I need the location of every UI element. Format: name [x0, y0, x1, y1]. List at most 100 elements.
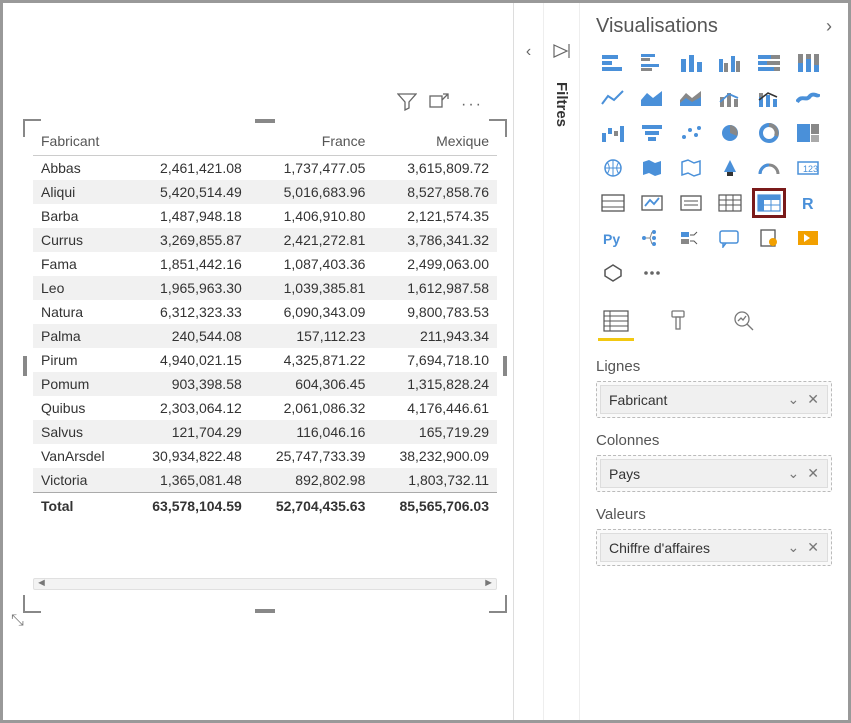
col-header[interactable]: Mexique — [373, 127, 497, 156]
values-well[interactable]: Chiffre d'affaires ⌄ ✕ — [596, 529, 832, 566]
resize-handle[interactable] — [23, 595, 41, 613]
line-icon[interactable] — [596, 83, 630, 113]
resize-handle[interactable] — [255, 119, 275, 123]
filled-map-icon[interactable] — [635, 153, 669, 183]
decomposition-icon[interactable] — [635, 223, 669, 253]
table-row[interactable]: Natura6,312,323.336,090,343.099,800,783.… — [33, 300, 497, 324]
matrix-table[interactable]: Fabricant France Mexique Abbas2,461,421.… — [33, 127, 497, 518]
field-chip-label: Chiffre d'affaires — [609, 540, 788, 556]
resize-diagonal-icon[interactable]: ⤡ — [11, 612, 24, 630]
donut-icon[interactable] — [752, 118, 786, 148]
report-canvas[interactable]: ··· Fabricant France Mexique — [3, 3, 513, 720]
total-cell: 85,565,706.03 — [373, 493, 497, 519]
chevron-right-icon[interactable]: › — [826, 16, 832, 37]
table-row[interactable]: Leo1,965,963.301,039,385.811,612,987.58 — [33, 276, 497, 300]
format-tab[interactable] — [660, 304, 700, 338]
key-influencers-icon[interactable] — [674, 223, 708, 253]
row-label: Currus — [33, 228, 126, 252]
table-row[interactable]: Quibus2,303,064.122,061,086.324,176,446.… — [33, 396, 497, 420]
table-row[interactable]: Victoria1,365,081.48892,802.981,803,732.… — [33, 468, 497, 493]
gauge-icon[interactable] — [752, 153, 786, 183]
analytics-tab[interactable] — [724, 304, 764, 338]
card-icon[interactable]: 123 — [791, 153, 825, 183]
pie-icon[interactable] — [713, 118, 747, 148]
chevron-left-icon[interactable]: ‹ — [526, 43, 531, 61]
funnel-icon[interactable] — [635, 118, 669, 148]
col-header[interactable]: France — [250, 127, 374, 156]
field-chip[interactable]: Pays ⌄ ✕ — [600, 459, 828, 488]
table-row[interactable]: Pirum4,940,021.154,325,871.227,694,718.1… — [33, 348, 497, 372]
stacked-column-icon[interactable] — [674, 48, 708, 78]
filters-pane[interactable]: Filtres — [544, 3, 580, 720]
table-icon[interactable] — [713, 188, 747, 218]
area-icon[interactable] — [635, 83, 669, 113]
table-row[interactable]: Salvus121,704.29116,046.16165,719.29 — [33, 420, 497, 444]
clustered-column-icon[interactable] — [713, 48, 747, 78]
chevron-down-icon[interactable]: ⌄ — [788, 465, 800, 482]
stacked-bar-icon[interactable] — [596, 48, 630, 78]
slicer-icon[interactable] — [674, 188, 708, 218]
data-cell: 3,269,855.87 — [126, 228, 250, 252]
stacked-area-icon[interactable] — [674, 83, 708, 113]
resize-handle[interactable] — [489, 595, 507, 613]
data-cell: 25,747,733.39 — [250, 444, 374, 468]
field-chip[interactable]: Chiffre d'affaires ⌄ ✕ — [600, 533, 828, 562]
row-header[interactable]: Fabricant — [33, 127, 126, 156]
stacked-column-100-icon[interactable] — [791, 48, 825, 78]
resize-handle[interactable] — [23, 356, 27, 376]
chevron-down-icon[interactable]: ⌄ — [788, 539, 800, 556]
columns-well[interactable]: Pays ⌄ ✕ — [596, 455, 832, 492]
resize-handle[interactable] — [489, 119, 507, 137]
shape-map-icon[interactable] — [674, 153, 708, 183]
data-cell: 1,803,732.11 — [373, 468, 497, 493]
azure-map-icon[interactable] — [713, 153, 747, 183]
table-row[interactable]: VanArsdel30,934,822.4825,747,733.3938,23… — [33, 444, 497, 468]
rows-well[interactable]: Fabricant ⌄ ✕ — [596, 381, 832, 418]
resize-handle[interactable] — [255, 609, 275, 613]
more-options-icon[interactable]: ··· — [461, 96, 483, 114]
python-visual-icon[interactable]: Py — [596, 223, 630, 253]
fields-tab[interactable] — [596, 304, 636, 338]
more-icon[interactable] — [635, 258, 669, 288]
map-icon[interactable] — [596, 153, 630, 183]
resize-handle[interactable] — [503, 356, 507, 376]
table-row[interactable]: Aliqui5,420,514.495,016,683.968,527,858.… — [33, 180, 497, 204]
data-cell: 8,527,858.76 — [373, 180, 497, 204]
table-row[interactable]: Currus3,269,855.872,421,272.813,786,341.… — [33, 228, 497, 252]
svg-text:R: R — [802, 196, 814, 213]
power-automate-icon[interactable] — [791, 223, 825, 253]
table-row[interactable]: Palma240,544.08157,112.23211,943.34 — [33, 324, 497, 348]
clustered-bar-icon[interactable] — [635, 48, 669, 78]
focus-mode-icon[interactable] — [429, 93, 449, 116]
table-row[interactable]: Pomum903,398.58604,306.451,315,828.24 — [33, 372, 497, 396]
store-icon[interactable] — [596, 258, 630, 288]
line-column-stacked-icon[interactable] — [752, 83, 786, 113]
filter-icon[interactable] — [397, 93, 417, 116]
data-cell: 2,061,086.32 — [250, 396, 374, 420]
ribbon-icon[interactable] — [791, 83, 825, 113]
resize-handle[interactable] — [23, 119, 41, 137]
chevron-down-icon[interactable]: ⌄ — [788, 391, 800, 408]
remove-field-icon[interactable]: ✕ — [807, 465, 819, 482]
field-chip[interactable]: Fabricant ⌄ ✕ — [600, 385, 828, 414]
filters-toggle-icon[interactable] — [552, 43, 572, 64]
remove-field-icon[interactable]: ✕ — [807, 539, 819, 556]
table-row[interactable]: Abbas2,461,421.081,737,477.053,615,809.7… — [33, 156, 497, 181]
table-row[interactable]: Barba1,487,948.181,406,910.802,121,574.3… — [33, 204, 497, 228]
line-column-icon[interactable] — [713, 83, 747, 113]
r-visual-icon[interactable]: R — [791, 188, 825, 218]
multi-card-icon[interactable] — [596, 188, 630, 218]
matrix-visual[interactable]: Fabricant France Mexique Abbas2,461,421.… — [25, 121, 505, 611]
data-cell: 604,306.45 — [250, 372, 374, 396]
remove-field-icon[interactable]: ✕ — [807, 391, 819, 408]
scatter-icon[interactable] — [674, 118, 708, 148]
treemap-icon[interactable] — [791, 118, 825, 148]
matrix-icon[interactable] — [752, 188, 786, 218]
stacked-bar-100-icon[interactable] — [752, 48, 786, 78]
qna-icon[interactable] — [713, 223, 747, 253]
waterfall-icon[interactable] — [596, 118, 630, 148]
paginated-icon[interactable] — [752, 223, 786, 253]
kpi-icon[interactable] — [635, 188, 669, 218]
table-row[interactable]: Fama1,851,442.161,087,403.362,499,063.00 — [33, 252, 497, 276]
horizontal-scrollbar[interactable]: ◄ ► — [33, 578, 497, 590]
